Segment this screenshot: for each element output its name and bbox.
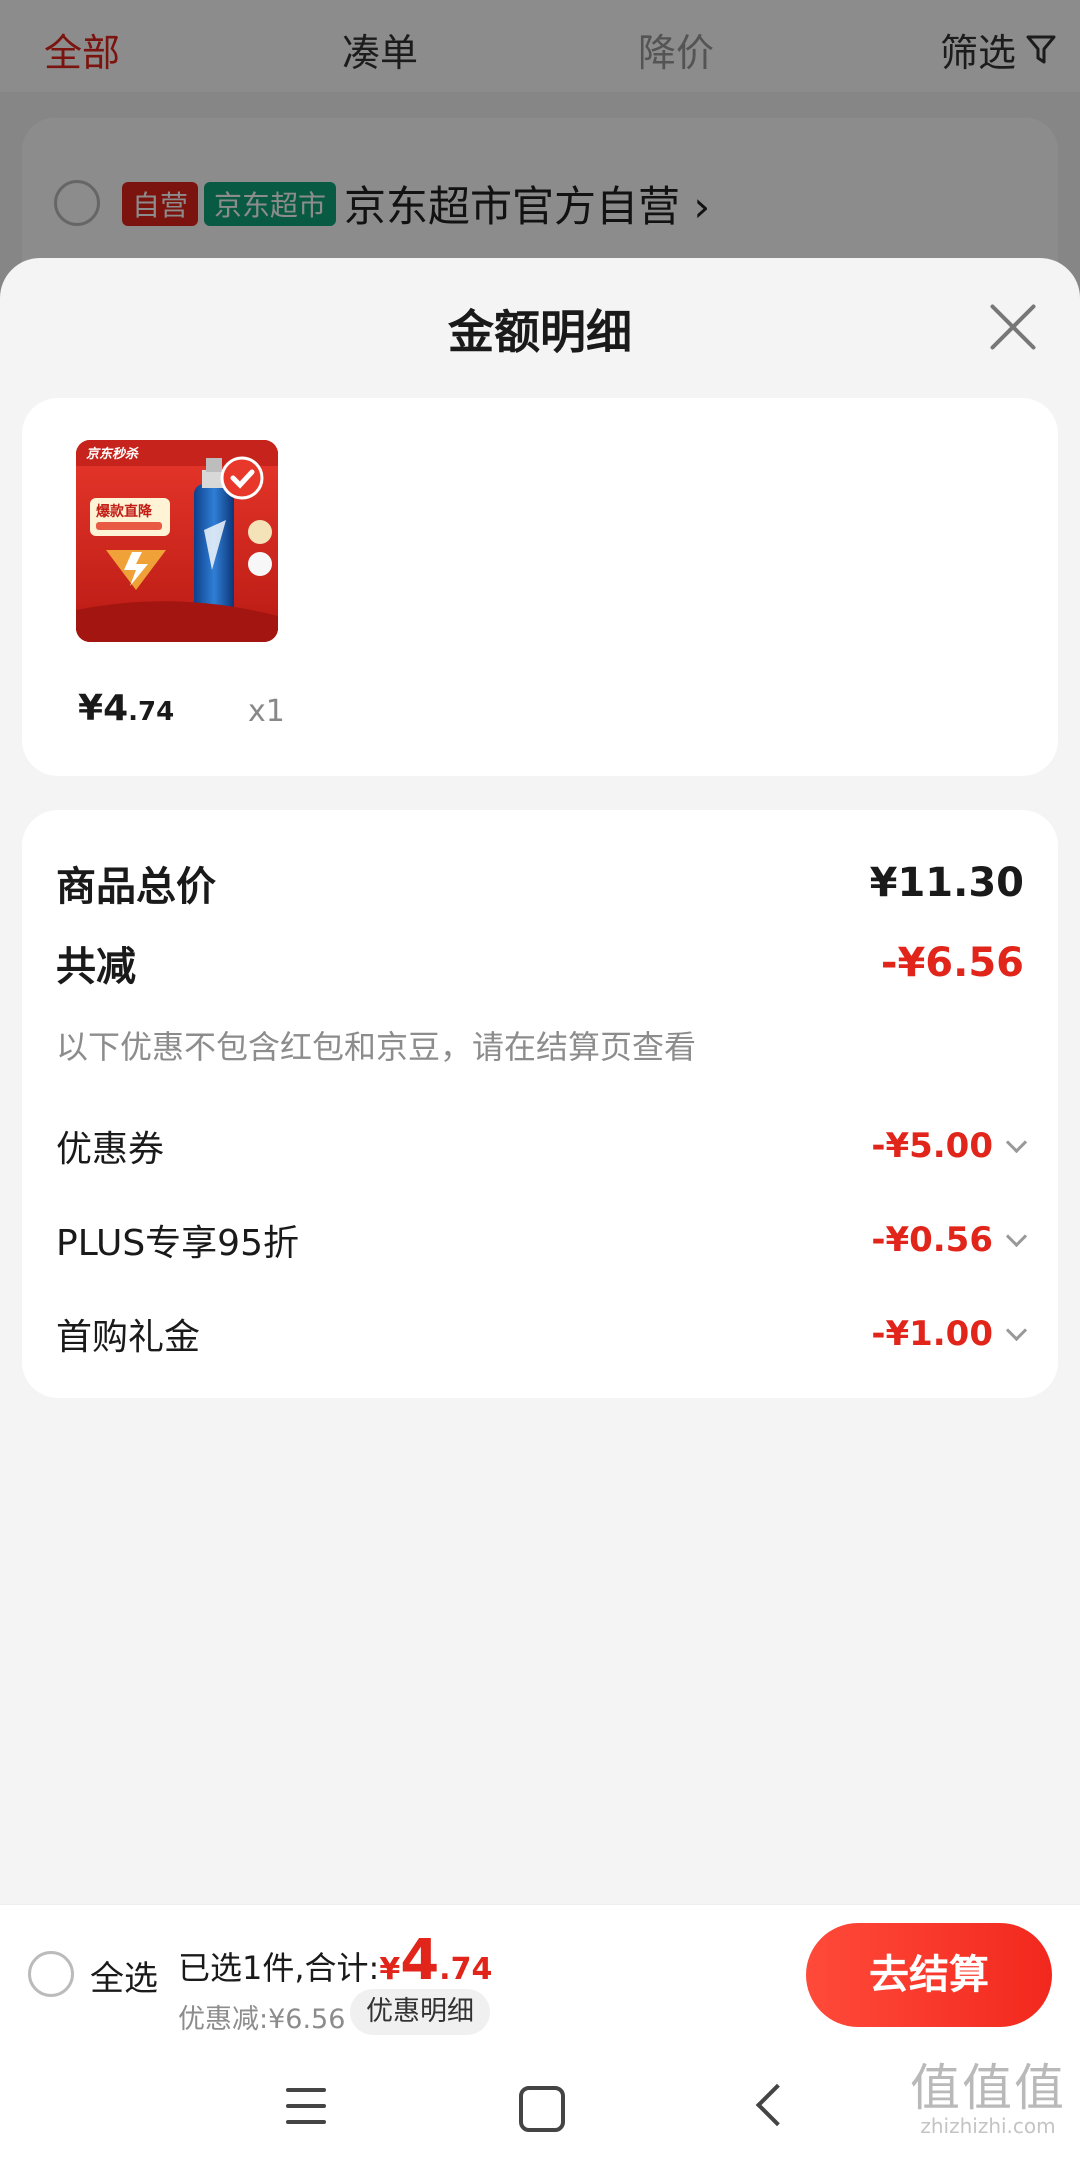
- discount-amount-text: 优惠减:¥6.56: [178, 2004, 346, 2035]
- first-purchase-value: -¥1.00: [871, 1314, 993, 1354]
- price-decimal: .74: [128, 697, 175, 727]
- selected-count-text: 已选1件,合计:: [178, 1949, 380, 1987]
- amount-summary-card: 商品总价 ¥11.30 共减 -¥6.56 以下优惠不包含红包和京豆，请在结算页…: [22, 810, 1058, 1398]
- product-card: 京东秒杀 爆款直降 ¥4.74 x1: [22, 398, 1058, 776]
- back-icon[interactable]: [755, 2083, 799, 2127]
- total-price-label: 商品总价: [56, 864, 216, 910]
- product-quantity: x1: [248, 694, 285, 729]
- total-price-value: ¥11.30: [869, 860, 1024, 906]
- total-decimal: .74: [439, 1952, 493, 1987]
- sheet-title: 金额明细: [448, 305, 632, 359]
- product-image[interactable]: 京东秒杀 爆款直降: [76, 440, 278, 642]
- home-icon[interactable]: [519, 2086, 565, 2132]
- watermark-logo: 值值值: [910, 2059, 1066, 2117]
- discount-note: 以下优惠不包含红包和京豆，请在结算页查看: [56, 1028, 697, 1066]
- currency-symbol: ¥: [78, 688, 104, 729]
- watermark-domain: zhizhizhi.com: [920, 2114, 1056, 2138]
- coupon-row[interactable]: 优惠券 -¥5.00: [56, 1120, 1028, 1172]
- chevron-down-icon: [1005, 1225, 1028, 1247]
- checkout-bar: 全选 已选1件,合计: ¥ 4 .74 优惠减:¥6.56 优惠明细 去结算: [0, 1904, 1080, 2043]
- product-thumbnail: 京东秒杀 爆款直降: [76, 440, 278, 642]
- selected-summary: 已选1件,合计: ¥ 4 .74: [178, 1928, 493, 1993]
- total-reduce-label: 共减: [56, 944, 136, 990]
- price-integer: 4: [103, 688, 129, 729]
- total-reduce-value: -¥6.56: [880, 940, 1024, 986]
- select-all-label[interactable]: 全选: [90, 1951, 158, 2000]
- svg-text:京东秒杀: 京东秒杀: [86, 446, 139, 462]
- total-price-row: 商品总价 ¥11.30: [56, 854, 1024, 912]
- select-all-radio[interactable]: [28, 1951, 74, 1997]
- close-icon[interactable]: [988, 302, 1038, 352]
- coupon-label: 优惠券: [56, 1129, 165, 1170]
- total-amount: ¥ 4 .74: [379, 1928, 493, 1993]
- chevron-down-icon: [1005, 1319, 1028, 1341]
- coupon-value: -¥5.00: [871, 1126, 993, 1166]
- total-currency-symbol: ¥: [379, 1952, 401, 1987]
- watermark: 值值值 zhizhizhi.com: [910, 2048, 1066, 2138]
- product-price: ¥4.74: [78, 688, 174, 729]
- total-integer: 4: [400, 1928, 440, 1993]
- first-purchase-row[interactable]: 首购礼金 -¥1.00: [56, 1308, 1028, 1360]
- discount-detail-button[interactable]: 优惠明细: [350, 1989, 490, 2035]
- svg-text:爆款直降: 爆款直降: [96, 503, 153, 520]
- plus-discount-label: PLUS专享95折: [56, 1223, 299, 1264]
- checkout-button[interactable]: 去结算: [806, 1923, 1052, 2027]
- plus-discount-row[interactable]: PLUS专享95折 -¥0.56: [56, 1214, 1028, 1266]
- amount-detail-sheet: 金额明细 京东秒杀 爆款直降 ¥4.74 x1 商品总价 ¥11.30 共减 -…: [0, 258, 1080, 1904]
- chevron-down-icon: [1005, 1131, 1028, 1153]
- plus-discount-value: -¥0.56: [871, 1220, 993, 1260]
- total-reduce-row: 共减 -¥6.56: [56, 934, 1024, 992]
- first-purchase-label: 首购礼金: [56, 1317, 201, 1358]
- menu-icon[interactable]: [286, 2088, 326, 2124]
